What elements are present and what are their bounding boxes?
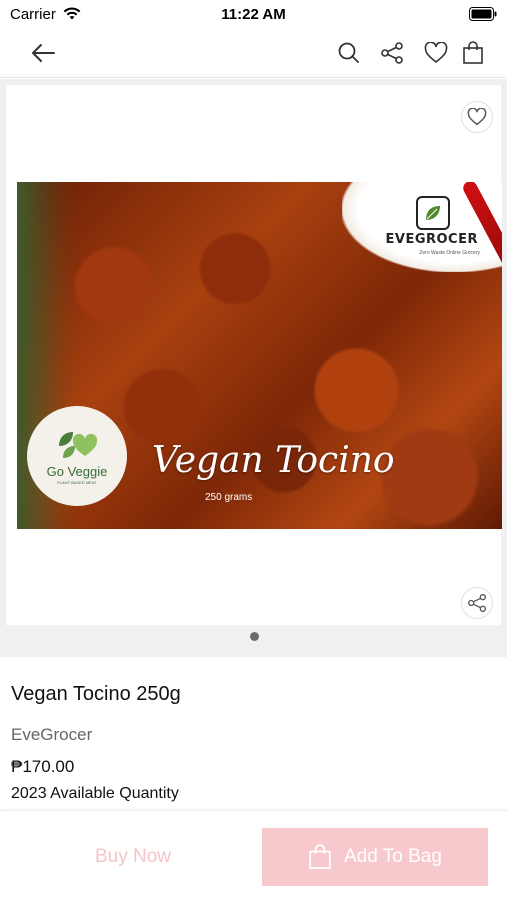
arrow-left-icon <box>32 44 55 62</box>
goveggie-tagline: PLANT BASED MEAT <box>57 479 97 485</box>
status-bar: Carrier 11:22 AM <box>0 0 507 28</box>
heart-icon <box>467 108 487 126</box>
back-button[interactable] <box>28 38 58 68</box>
product-title: Vegan Tocino 250g <box>11 683 181 705</box>
page-indicator-dot[interactable] <box>250 632 259 641</box>
evegrocer-badge: EVEGROCER Zero Waste Online Grocery <box>342 182 502 283</box>
bottom-action-bar: Buy Now Add To Bag <box>0 810 507 900</box>
product-price: ₱170.00 <box>11 757 75 776</box>
product-image-card[interactable]: EVEGROCER Zero Waste Online Grocery Go V… <box>6 85 502 625</box>
seller-name[interactable]: EveGrocer <box>11 725 92 745</box>
bag-icon <box>463 41 483 64</box>
wishlist-button[interactable] <box>421 38 451 68</box>
available-quantity: 2023 Available Quantity <box>11 785 179 802</box>
evegrocer-wordmark: EVEGROCER <box>385 232 478 247</box>
heart-icon <box>424 42 448 63</box>
bag-button[interactable] <box>458 38 488 68</box>
share-icon <box>381 42 403 64</box>
bag-icon <box>309 844 331 869</box>
search-button[interactable] <box>334 38 364 68</box>
image-overlay-weight: 250 grams <box>205 492 253 503</box>
nav-bar <box>0 28 507 78</box>
product-gallery[interactable]: EVEGROCER Zero Waste Online Grocery Go V… <box>0 79 507 657</box>
image-overlay-title: Vegan Tocino <box>152 440 395 481</box>
buy-now-button[interactable]: Buy Now <box>18 828 248 886</box>
buy-now-label: Buy Now <box>94 846 172 867</box>
favorite-button[interactable] <box>461 101 493 133</box>
add-to-bag-button[interactable]: Add To Bag <box>262 828 488 886</box>
battery-icon <box>469 7 497 21</box>
product-image: EVEGROCER Zero Waste Online Grocery Go V… <box>17 182 502 529</box>
add-to-bag-label: Add To Bag <box>344 846 442 867</box>
search-icon <box>338 42 359 63</box>
evegrocer-tagline: Zero Waste Online Grocery <box>419 250 480 256</box>
status-time: 11:22 AM <box>221 6 286 23</box>
share-button[interactable] <box>377 38 407 68</box>
image-share-button[interactable] <box>461 587 493 619</box>
share-icon <box>468 594 486 612</box>
goveggie-badge: Go Veggie PLANT BASED MEAT <box>27 406 127 506</box>
goveggie-wordmark: Go Veggie <box>46 463 108 479</box>
evegrocer-logo-icon <box>416 196 450 230</box>
leaf-heart-icon <box>59 431 98 458</box>
